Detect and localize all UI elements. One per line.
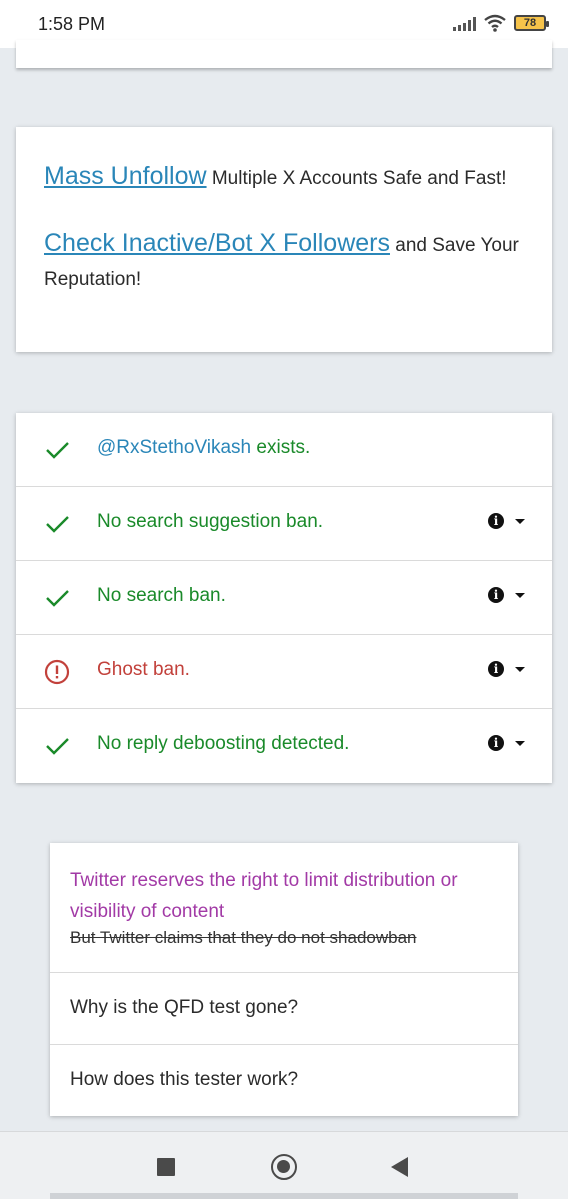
promo-card: Mass Unfollow Multiple X Accounts Safe a… bbox=[16, 127, 552, 352]
account-handle[interactable]: @RxStethoVikash bbox=[97, 437, 251, 458]
chevron-down-icon[interactable] bbox=[515, 667, 525, 672]
chevron-down-icon[interactable] bbox=[515, 741, 525, 746]
result-row-search-ban[interactable]: No search ban. i bbox=[16, 561, 552, 635]
result-row-exists: @RxStethoVikash exists. bbox=[16, 413, 552, 487]
warning-icon bbox=[44, 659, 70, 685]
check-inactive-followers-link[interactable]: Check Inactive/Bot X Followers bbox=[44, 229, 390, 257]
info-icon[interactable]: i bbox=[488, 661, 504, 677]
battery-icon: 78 bbox=[514, 15, 549, 31]
distribution-notice: Twitter reserves the right to limit dist… bbox=[70, 870, 458, 922]
battery-level: 78 bbox=[523, 17, 537, 29]
gesture-bar bbox=[50, 1193, 518, 1199]
result-text: Ghost ban. bbox=[97, 659, 190, 680]
result-row-search-suggestion[interactable]: No search suggestion ban. i bbox=[16, 487, 552, 561]
check-icon bbox=[46, 738, 69, 755]
recents-square-icon[interactable] bbox=[157, 1158, 175, 1176]
mass-unfollow-link[interactable]: Mass Unfollow bbox=[44, 162, 207, 190]
status-icons: 78 bbox=[453, 14, 549, 32]
info-icon[interactable]: i bbox=[488, 735, 504, 751]
result-text: No search suggestion ban. bbox=[97, 511, 324, 532]
check-icon bbox=[46, 442, 69, 459]
info-icon[interactable]: i bbox=[488, 513, 504, 529]
status-time: 1:58 PM bbox=[38, 14, 106, 34]
check-icon bbox=[46, 590, 69, 607]
home-circle-icon[interactable] bbox=[271, 1154, 297, 1180]
faq-item-how-it-works[interactable]: How does this tester work? bbox=[50, 1045, 518, 1117]
navigation-bar bbox=[0, 1131, 568, 1199]
promo-line-1-text: Multiple X Accounts Safe and Fast! bbox=[206, 168, 507, 189]
info-icon[interactable]: i bbox=[488, 587, 504, 603]
result-row-reply-deboosting[interactable]: No reply deboosting detected. i bbox=[16, 709, 552, 783]
signal-icon bbox=[453, 15, 476, 31]
results-card: @RxStethoVikash exists. No search sugges… bbox=[16, 413, 552, 783]
promo-line-1: Mass Unfollow Multiple X Accounts Safe a… bbox=[44, 159, 524, 196]
result-row-ghost-ban[interactable]: Ghost ban. i bbox=[16, 635, 552, 709]
check-icon bbox=[46, 516, 69, 533]
chevron-down-icon[interactable] bbox=[515, 519, 525, 524]
faq-item-shadowban[interactable]: Twitter reserves the right to limit dist… bbox=[50, 843, 518, 973]
result-text: @RxStethoVikash exists. bbox=[97, 437, 310, 459]
promo-line-2: Check Inactive/Bot X Followers and Save … bbox=[44, 226, 524, 297]
result-text: No search ban. bbox=[97, 585, 226, 606]
wifi-icon bbox=[484, 14, 506, 32]
chevron-down-icon[interactable] bbox=[515, 593, 525, 598]
result-text: No reply deboosting detected. bbox=[97, 733, 350, 754]
faq-item-qfd[interactable]: Why is the QFD test gone? bbox=[50, 973, 518, 1045]
back-triangle-icon[interactable] bbox=[391, 1157, 408, 1177]
shadowban-claim: But Twitter claims that they do not shad… bbox=[70, 928, 417, 947]
previous-card bbox=[16, 40, 552, 68]
faq-card: Twitter reserves the right to limit dist… bbox=[50, 843, 518, 1116]
exists-text: exists. bbox=[251, 437, 311, 458]
